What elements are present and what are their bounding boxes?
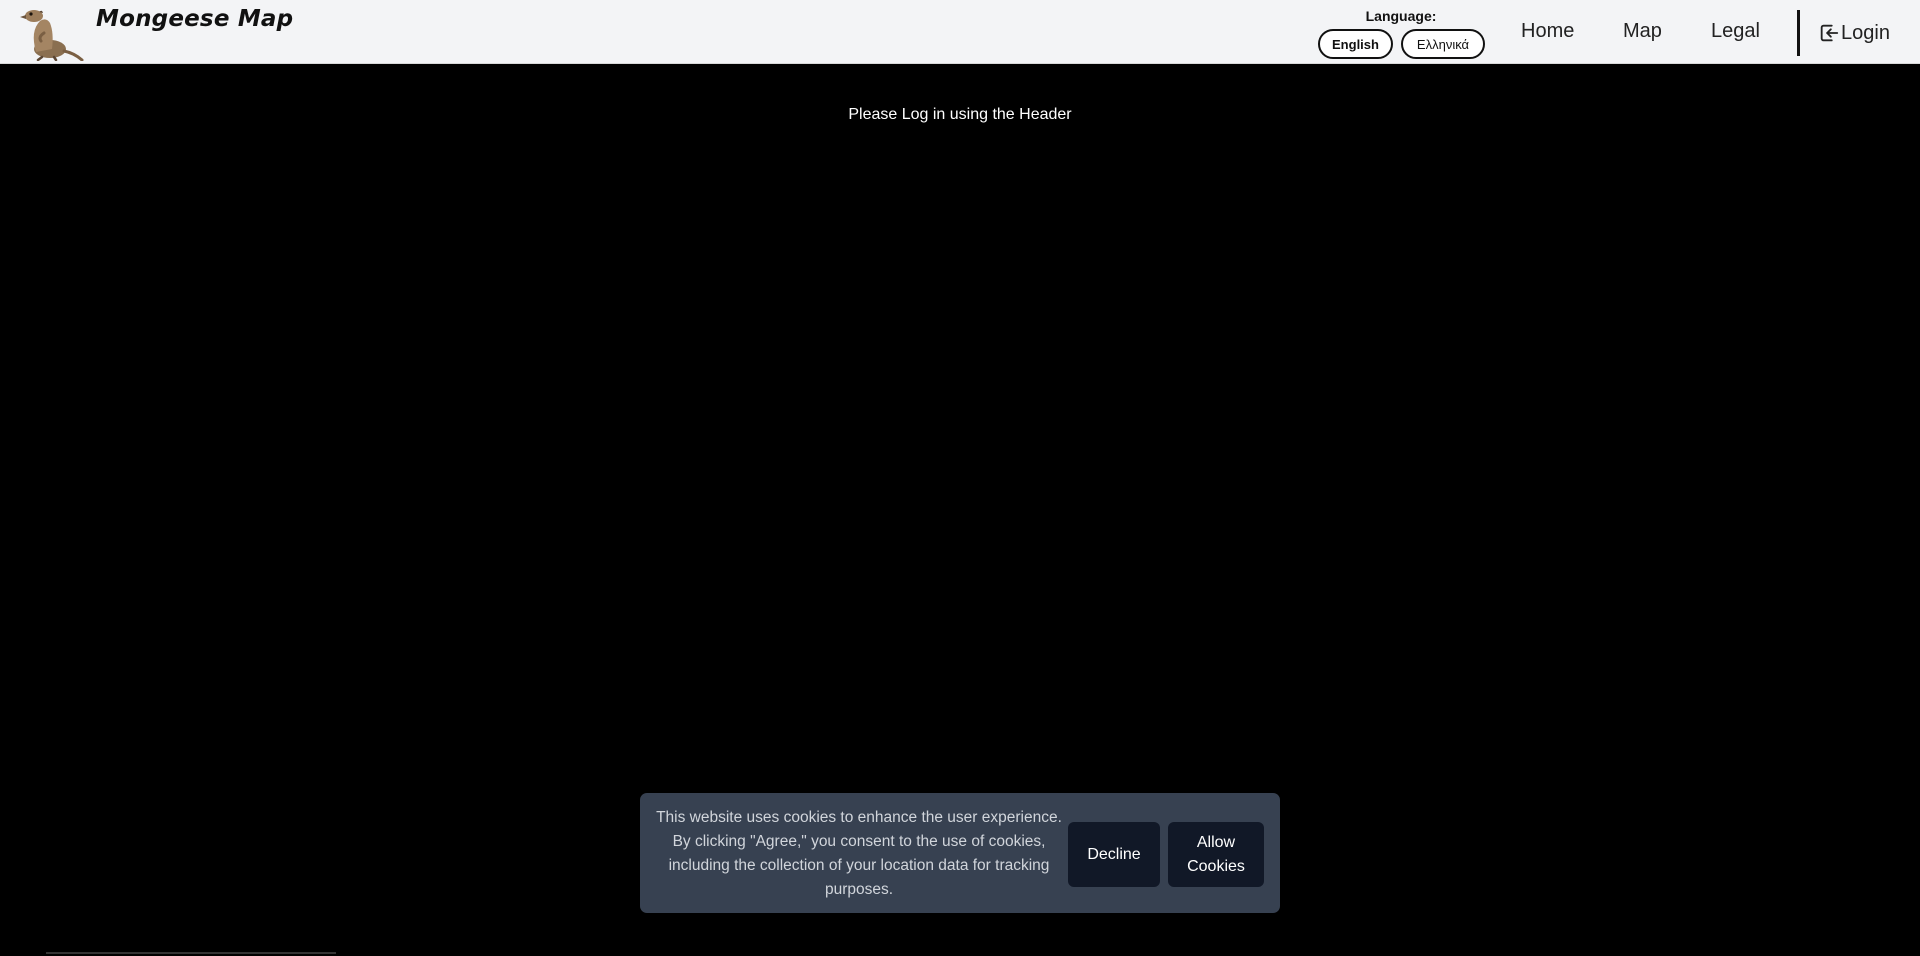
language-greek-button[interactable]: Ελληνικά: [1401, 29, 1485, 59]
nav-divider: [1797, 10, 1800, 56]
login-prompt-message: Please Log in using the Header: [848, 106, 1072, 123]
login-icon: [1820, 24, 1839, 42]
meerkat-logo[interactable]: [10, 3, 88, 61]
login-link[interactable]: Login: [1818, 20, 1890, 46]
nav-home-link[interactable]: Home: [1521, 20, 1574, 43]
bottom-scroll-indicator: [46, 952, 336, 954]
login-label: Login: [1841, 21, 1890, 44]
language-english-button[interactable]: English: [1318, 29, 1393, 59]
site-title[interactable]: Mongeese Map: [96, 6, 293, 32]
allow-cookies-button[interactable]: Allow Cookies: [1168, 822, 1264, 887]
nav-legal-link[interactable]: Legal: [1711, 20, 1760, 43]
language-label: Language:: [1365, 8, 1437, 24]
decline-cookies-button[interactable]: Decline: [1068, 822, 1160, 887]
cookie-consent-text: This website uses cookies to enhance the…: [656, 809, 1062, 898]
site-header: Mongeese Map Language: English Ελληνικά …: [0, 0, 1920, 64]
cookie-consent-banner: This website uses cookies to enhance the…: [640, 793, 1280, 913]
nav-map-link[interactable]: Map: [1623, 20, 1662, 43]
